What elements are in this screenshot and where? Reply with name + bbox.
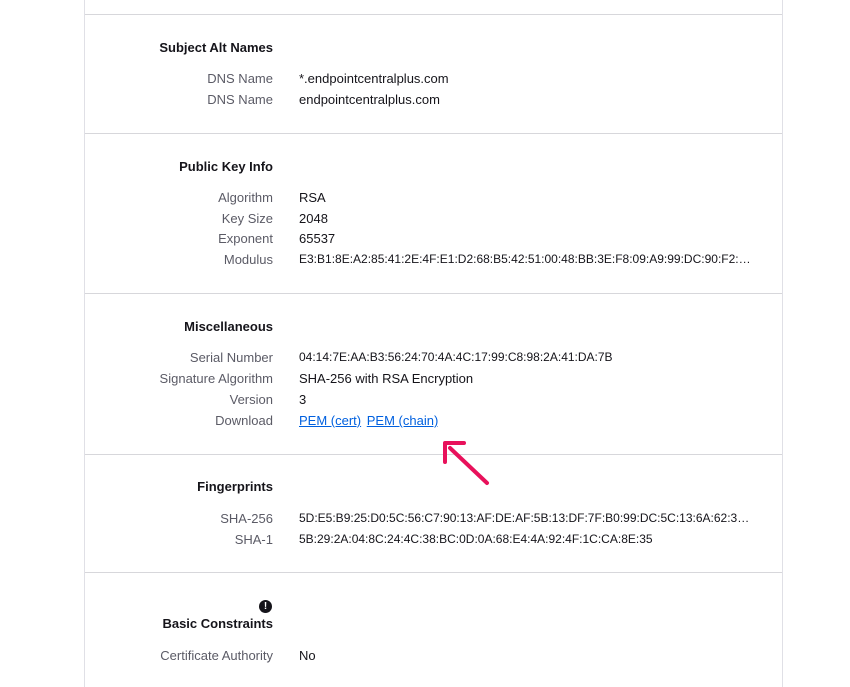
info-row: Signature Algorithm SHA-256 with RSA Enc… [85,371,782,392]
download-links: PEM (cert) PEM (chain) [299,413,438,428]
row-value: 3 [299,392,307,407]
row-label: Key Size [221,211,273,226]
row-label: Exponent [218,231,273,246]
fingerprints-section: Fingerprints SHA-256 5D:E5:B9:25:D0:5C:5… [85,455,782,573]
section-title: Subject Alt Names [159,40,273,55]
previous-section [85,0,782,15]
info-row: SHA-256 5D:E5:B9:25:D0:5C:56:C7:90:13:AF… [85,511,782,532]
row-label: Download [215,413,273,428]
section-title: Fingerprints [197,479,273,494]
row-value: *.endpointcentralplus.com [299,71,449,86]
info-icon[interactable]: ! [259,600,272,613]
info-row: Key Size 2048 [85,211,782,232]
row-label: Certificate Authority [160,648,273,663]
row-label: SHA-256 [220,511,273,526]
certificate-viewer-card: Subject Alt Names DNS Name *.endpointcen… [84,0,783,687]
info-row: DNS Name *.endpointcentralplus.com [85,71,782,92]
info-row: Exponent 65537 [85,231,782,252]
row-label: Serial Number [189,350,273,365]
miscellaneous-section: Miscellaneous Serial Number 04:14:7E:AA:… [85,294,782,455]
pem-cert-link[interactable]: PEM (cert) [299,413,361,428]
row-label: SHA-1 [234,532,273,547]
info-row: Certificate Authority No [85,648,782,669]
info-row: SHA-1 5B:29:2A:04:8C:24:4C:38:BC:0D:0A:6… [85,532,782,553]
row-value: RSA [299,190,326,205]
row-value: 5D:E5:B9:25:D0:5C:56:C7:90:13:AF:DE:AF:5… [299,511,755,525]
row-value: endpointcentralplus.com [299,92,440,107]
row-value: 5B:29:2A:04:8C:24:4C:38:BC:0D:0A:68:E4:4… [299,532,653,546]
info-row: Algorithm RSA [85,190,782,211]
arrow-icon [443,441,489,485]
subject-alt-names-section: Subject Alt Names DNS Name *.endpointcen… [85,15,782,134]
row-label: DNS Name [207,92,273,107]
row-value: 04:14:7E:AA:B3:56:24:70:4A:4C:17:99:C8:9… [299,350,613,364]
download-row: Download PEM (cert) PEM (chain) [85,413,782,434]
row-value: No [299,648,316,663]
info-row: DNS Name endpointcentralplus.com [85,92,782,113]
row-label: DNS Name [207,71,273,86]
section-title: Miscellaneous [184,319,273,334]
row-value: 2048 [299,211,328,226]
info-row: Version 3 [85,392,782,413]
section-title: Basic Constraints [162,616,273,631]
row-value: 65537 [299,231,336,246]
public-key-info-section: Public Key Info Algorithm RSA Key Size 2… [85,134,782,294]
basic-constraints-section: ! Basic Constraints Certificate Authorit… [85,573,782,687]
pem-chain-link[interactable]: PEM (chain) [367,413,439,428]
info-row: Modulus E3:B1:8E:A2:85:41:2E:4F:E1:D2:68… [85,252,782,273]
section-title: Public Key Info [179,159,273,174]
row-value: SHA-256 with RSA Encryption [299,371,474,386]
row-label: Algorithm [218,190,273,205]
row-value: E3:B1:8E:A2:85:41:2E:4F:E1:D2:68:B5:42:5… [299,252,755,266]
row-label: Version [229,392,273,407]
row-label: Modulus [223,252,273,267]
row-label: Signature Algorithm [159,371,273,386]
info-row: Serial Number 04:14:7E:AA:B3:56:24:70:4A… [85,350,782,371]
